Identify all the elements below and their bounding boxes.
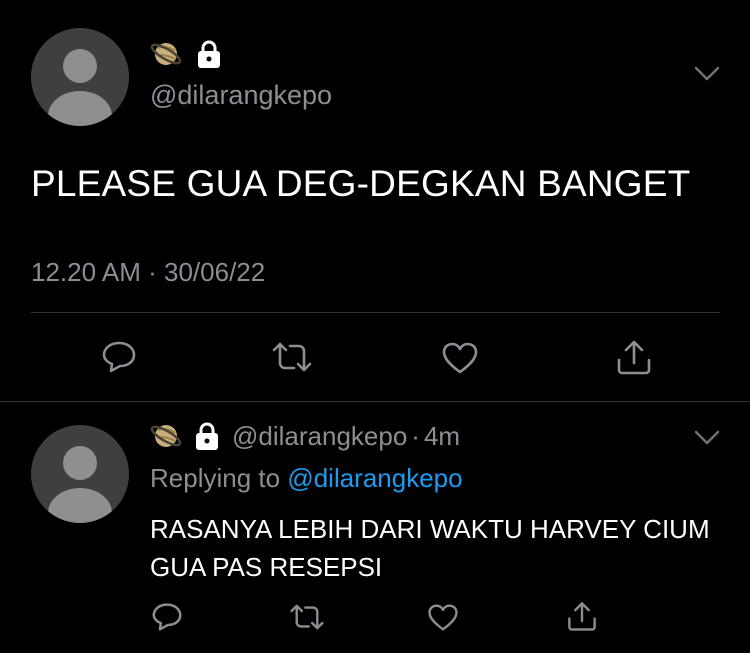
like-icon <box>442 342 478 374</box>
share-button[interactable] <box>565 599 599 633</box>
meta-separator: · <box>411 420 420 451</box>
retweet-button[interactable] <box>288 602 326 632</box>
thread-divider <box>0 401 750 402</box>
default-avatar-icon <box>31 425 129 523</box>
default-avatar-icon <box>31 28 129 126</box>
tweet-time: 12.20 AM <box>31 257 141 287</box>
ringed-planet-icon <box>150 43 182 65</box>
share-icon <box>617 340 651 375</box>
reply-button[interactable] <box>99 339 139 375</box>
share-icon <box>568 602 596 631</box>
divider <box>31 312 720 313</box>
reply-author-handle[interactable]: @dilarangkepo <box>232 421 407 452</box>
tweet-text: PLEASE GUA DEG-DEGKAN BANGET <box>31 163 691 204</box>
retweet-button[interactable] <box>270 340 314 374</box>
retweet-icon <box>272 342 312 372</box>
retweet-icon <box>290 604 324 630</box>
main-tweet: @dilarangkepo PLEASE GUA DEG-DEGKAN BANG… <box>0 0 750 401</box>
reply-button[interactable] <box>150 601 184 633</box>
reply-icon <box>102 341 136 373</box>
chevron-down-icon[interactable] <box>694 430 720 446</box>
lock-icon <box>196 422 218 450</box>
profile-emoji-row <box>150 420 220 452</box>
tweet-timestamp[interactable]: 12.20 AM · 30/06/22 <box>31 257 265 288</box>
reply-time-ago[interactable]: 4m <box>424 421 460 452</box>
replying-to-line: Replying to @dilarangkepo <box>150 463 463 494</box>
tweet-date: 30/06/22 <box>164 257 266 287</box>
like-button[interactable] <box>426 602 460 632</box>
ringed-planet-icon <box>150 425 182 447</box>
like-icon <box>428 604 458 630</box>
reply-icon <box>152 603 182 631</box>
author-handle[interactable]: @dilarangkepo <box>150 80 332 111</box>
like-button[interactable] <box>440 340 480 376</box>
replying-to-mention[interactable]: @dilarangkepo <box>287 463 462 493</box>
profile-emoji-row <box>150 38 222 70</box>
tweet-thread-screen: @dilarangkepo PLEASE GUA DEG-DEGKAN BANG… <box>0 0 750 653</box>
avatar[interactable] <box>31 28 129 126</box>
lock-icon <box>198 40 220 68</box>
meta-separator: · <box>148 257 157 287</box>
reply-avatar[interactable] <box>31 425 129 523</box>
share-button[interactable] <box>614 337 654 377</box>
chevron-down-icon[interactable] <box>694 66 720 82</box>
reply-header: @dilarangkepo · 4m <box>150 420 460 452</box>
replying-to-label: Replying to <box>150 463 281 493</box>
reply-text: RASANYA LEBIH DARI WAKTU HARVEY CIUM GUA… <box>150 514 710 582</box>
